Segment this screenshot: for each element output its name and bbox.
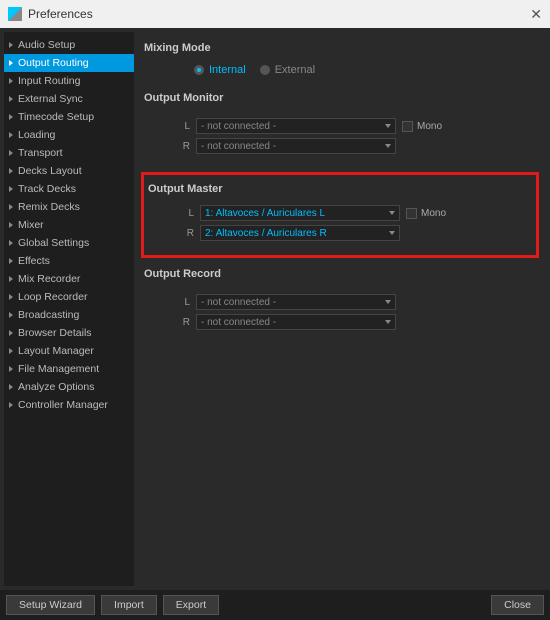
record-l-dropdown[interactable]: - not connected - — [196, 294, 396, 310]
channel-label-r: R — [178, 317, 190, 328]
output-record-title: Output Record — [144, 268, 536, 280]
chevron-down-icon — [389, 231, 395, 235]
radio-icon — [260, 65, 270, 75]
sidebar-item-remix-decks[interactable]: Remix Decks — [4, 198, 134, 216]
sidebar-item-output-routing[interactable]: Output Routing — [4, 54, 134, 72]
master-l-dropdown[interactable]: 1: Altavoces / Auriculares L — [200, 205, 400, 221]
channel-label-l: L — [178, 297, 190, 308]
close-button[interactable]: Close — [491, 595, 544, 615]
channel-label-l: L — [178, 121, 190, 132]
sidebar-item-loading[interactable]: Loading — [4, 126, 134, 144]
sidebar-item-decks-layout[interactable]: Decks Layout — [4, 162, 134, 180]
sidebar-item-global-settings[interactable]: Global Settings — [4, 234, 134, 252]
sidebar: Audio Setup Output Routing Input Routing… — [4, 32, 134, 586]
master-mono-checkbox[interactable] — [406, 208, 417, 219]
channel-label-r: R — [178, 141, 190, 152]
sidebar-item-external-sync[interactable]: External Sync — [4, 90, 134, 108]
sidebar-item-audio-setup[interactable]: Audio Setup — [4, 36, 134, 54]
chevron-down-icon — [389, 211, 395, 215]
mixing-mode-external[interactable]: External — [260, 64, 315, 76]
channel-label-l: L — [182, 208, 194, 219]
content-panel: Mixing Mode Internal External Output Mon… — [134, 32, 546, 586]
sidebar-item-analyze-options[interactable]: Analyze Options — [4, 378, 134, 396]
output-monitor-title: Output Monitor — [144, 92, 536, 104]
sidebar-item-layout-manager[interactable]: Layout Manager — [4, 342, 134, 360]
sidebar-item-browser-details[interactable]: Browser Details — [4, 324, 134, 342]
window-body: Audio Setup Output Routing Input Routing… — [0, 28, 550, 590]
mixing-mode-internal[interactable]: Internal — [194, 64, 246, 76]
channel-label-r: R — [182, 228, 194, 239]
window-title: Preferences — [28, 7, 93, 21]
sidebar-item-mix-recorder[interactable]: Mix Recorder — [4, 270, 134, 288]
monitor-l-dropdown[interactable]: - not connected - — [196, 118, 396, 134]
sidebar-item-file-management[interactable]: File Management — [4, 360, 134, 378]
record-r-dropdown[interactable]: - not connected - — [196, 314, 396, 330]
mixing-mode-title: Mixing Mode — [144, 42, 536, 54]
mono-label: Mono — [421, 208, 446, 219]
export-button[interactable]: Export — [163, 595, 219, 615]
sidebar-item-input-routing[interactable]: Input Routing — [4, 72, 134, 90]
setup-wizard-button[interactable]: Setup Wizard — [6, 595, 95, 615]
output-master-section: L 1: Altavoces / Auriculares L Mono R — [148, 201, 530, 241]
app-icon — [8, 7, 22, 21]
chevron-down-icon — [385, 320, 391, 324]
chevron-down-icon — [385, 300, 391, 304]
sidebar-item-track-decks[interactable]: Track Decks — [4, 180, 134, 198]
mono-label: Mono — [417, 121, 442, 132]
chevron-down-icon — [385, 144, 391, 148]
sidebar-item-transport[interactable]: Transport — [4, 144, 134, 162]
output-master-title: Output Master — [148, 183, 530, 195]
close-icon[interactable]: ✕ — [530, 6, 542, 23]
output-record-section: L - not connected - R - not connected - — [144, 290, 536, 342]
master-r-dropdown[interactable]: 2: Altavoces / Auriculares R — [200, 225, 400, 241]
import-button[interactable]: Import — [101, 595, 157, 615]
monitor-r-dropdown[interactable]: - not connected - — [196, 138, 396, 154]
radio-icon — [194, 65, 204, 75]
sidebar-item-loop-recorder[interactable]: Loop Recorder — [4, 288, 134, 306]
sidebar-item-mixer[interactable]: Mixer — [4, 216, 134, 234]
preferences-window: Preferences ✕ Audio Setup Output Routing… — [0, 0, 550, 620]
output-monitor-section: L - not connected - Mono R - not connect… — [144, 114, 536, 166]
titlebar: Preferences ✕ — [0, 0, 550, 28]
sidebar-item-timecode-setup[interactable]: Timecode Setup — [4, 108, 134, 126]
sidebar-item-effects[interactable]: Effects — [4, 252, 134, 270]
output-master-highlight: Output Master L 1: Altavoces / Auricular… — [141, 172, 539, 258]
monitor-mono-checkbox[interactable] — [402, 121, 413, 132]
sidebar-item-broadcasting[interactable]: Broadcasting — [4, 306, 134, 324]
sidebar-item-controller-manager[interactable]: Controller Manager — [4, 396, 134, 414]
chevron-down-icon — [385, 124, 391, 128]
footer: Setup Wizard Import Export Close — [0, 590, 550, 620]
